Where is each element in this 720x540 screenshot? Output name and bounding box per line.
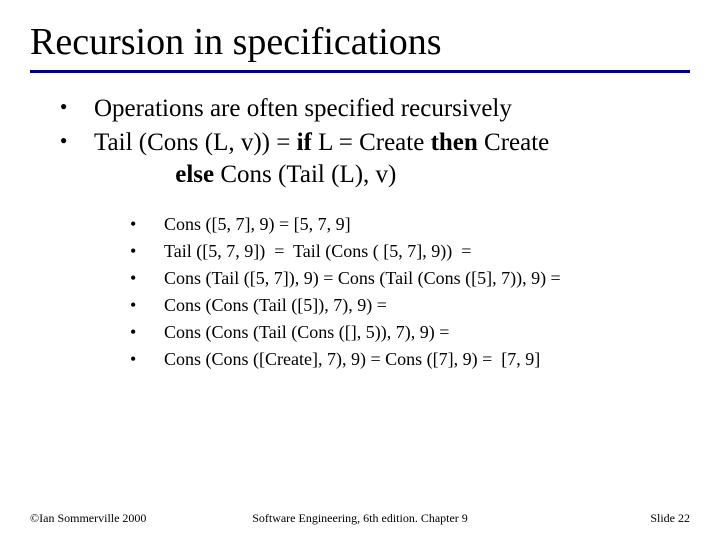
keyword-if: if <box>297 129 312 156</box>
sub-item-2: Tail ([5, 7, 9]) = Tail (Cons ( [5, 7], … <box>130 238 690 265</box>
bullet-2-pad <box>94 161 175 188</box>
footer: ©Ian Sommerville 2000 Software Engineeri… <box>0 511 720 526</box>
slide-title: Recursion in specifications <box>30 20 690 66</box>
bullet-2-pre: Tail (Cons (L, v)) = <box>94 129 297 156</box>
sub-item-5: Cons (Cons (Tail (Cons ([], 5)), 7), 9) … <box>130 319 690 346</box>
sub-item-6: Cons (Cons ([Create], 7), 9) = Cons ([7]… <box>130 346 690 373</box>
bullet-2-post1: Create <box>478 129 549 156</box>
sub-item-3: Cons (Tail ([5, 7]), 9) = Cons (Tail (Co… <box>130 265 690 292</box>
main-bullet-list: Operations are often specified recursive… <box>60 93 690 191</box>
sub-bullet-list: Cons ([5, 7], 9) = [5, 7, 9] Tail ([5, 7… <box>130 211 690 373</box>
bullet-1: Operations are often specified recursive… <box>60 93 690 125</box>
footer-copyright: ©Ian Sommerville 2000 <box>30 511 224 526</box>
bullet-1-text: Operations are often specified recursive… <box>94 95 512 122</box>
keyword-then: then <box>431 129 478 156</box>
bullet-2-mid: L = Create <box>312 129 431 156</box>
sub-item-4: Cons (Cons (Tail ([5]), 7), 9) = <box>130 292 690 319</box>
slide: Recursion in specifications Operations a… <box>0 0 720 540</box>
title-underline <box>30 70 690 73</box>
bullet-2-post2: Cons (Tail (L), v) <box>214 161 396 188</box>
footer-slide-number: Slide 22 <box>496 511 690 526</box>
sub-item-1: Cons ([5, 7], 9) = [5, 7, 9] <box>130 211 690 238</box>
footer-book-title: Software Engineering, 6th edition. Chapt… <box>224 511 496 526</box>
bullet-2: Tail (Cons (L, v)) = if L = Create then … <box>60 127 690 191</box>
keyword-else: else <box>175 161 214 188</box>
